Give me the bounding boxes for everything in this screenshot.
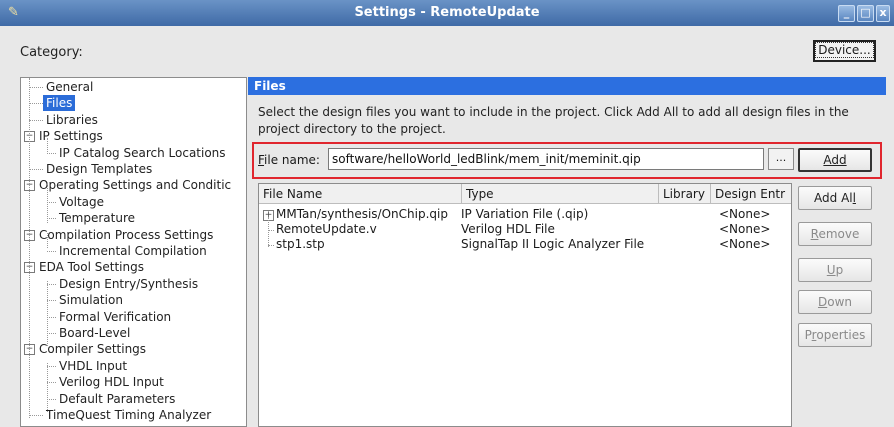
tree-item-design-entry-synthesis[interactable]: Design Entry/Synthesis — [59, 276, 198, 292]
tree-item-operating-settings-and-conditic[interactable]: Operating Settings and Conditic — [39, 177, 231, 193]
window-titlebar: Settings - RemoteUpdate — [0, 0, 894, 26]
tree-guide-line — [47, 138, 48, 154]
tree-connector — [47, 283, 56, 285]
app-icon: ✎ — [8, 5, 19, 20]
type-cell[interactable]: IP Variation File (.qip) — [461, 207, 588, 222]
tree-connector — [47, 382, 56, 384]
properties-button[interactable]: Properties — [798, 323, 872, 347]
tree-item-simulation[interactable]: Simulation — [59, 292, 123, 308]
tree-connector — [47, 316, 56, 318]
column-header-file-name[interactable]: File Name — [259, 184, 462, 204]
minimize-button[interactable]: _ — [838, 5, 855, 22]
file-name-cell[interactable]: MMTan/synthesis/OnChip.qip — [276, 207, 448, 222]
tree-item-ip-catalog-search-locations[interactable]: IP Catalog Search Locations — [59, 145, 226, 161]
tree-connector — [47, 218, 56, 220]
tree-item-formal-verification[interactable]: Formal Verification — [59, 309, 171, 325]
tree-connector — [47, 333, 56, 334]
file-name-label: File name: — [258, 153, 320, 167]
maximize-button[interactable]: □ — [857, 5, 874, 22]
window-title: Settings - RemoteUpdate — [354, 5, 540, 20]
close-button[interactable]: x — [876, 5, 890, 22]
tree-connector — [47, 201, 56, 203]
up-button[interactable]: Up — [798, 258, 872, 282]
tree-item-design-templates[interactable]: Design Templates — [46, 161, 152, 177]
remove-button[interactable]: Remove — [798, 222, 872, 246]
file-name-cell[interactable]: RemoteUpdate.v — [276, 222, 377, 237]
tree-item-compilation-process-settings[interactable]: Compilation Process Settings — [39, 227, 213, 243]
design-entry-cell[interactable]: <None> — [719, 207, 770, 222]
tree-guide-line — [47, 363, 48, 412]
files-table[interactable]: File Name Type Library Design Entr + MMTan/sy… — [258, 183, 792, 427]
browse-button[interactable]: ... — [768, 148, 794, 170]
column-header-type[interactable]: Type — [462, 184, 659, 204]
add-button[interactable]: Add — [798, 148, 872, 172]
tree-item-compiler-settings[interactable]: Compiler Settings — [39, 341, 146, 357]
tree-connector — [47, 300, 56, 302]
file-name-input[interactable]: software/helloWorld_ledBlink/mem_init/me… — [328, 148, 764, 170]
tree-item-default-parameters[interactable]: Default Parameters — [59, 391, 175, 407]
tree-item-files[interactable]: Files — [43, 95, 76, 112]
type-cell[interactable]: Verilog HDL File — [461, 222, 555, 237]
category-tree[interactable]: General Files Libraries − IP Settings IP Cata… — [20, 77, 247, 427]
device-button-label: Device... — [815, 42, 874, 58]
panel-description: Select the design files you want to incl… — [258, 105, 849, 136]
tree-item-eda-tool-settings[interactable]: EDA Tool Settings — [39, 259, 144, 275]
column-header-design-entr[interactable]: Design Entr — [711, 184, 791, 204]
tree-connector — [29, 87, 43, 88]
tree-connector — [47, 251, 56, 252]
tree-item-ip-settings[interactable]: IP Settings — [39, 128, 103, 144]
tree-item-libraries[interactable]: Libraries — [46, 112, 98, 128]
tree-item-general[interactable]: General — [46, 79, 93, 95]
tree-item-verilog-hdl-input[interactable]: Verilog HDL Input — [59, 374, 164, 390]
tree-item-voltage[interactable]: Voltage — [59, 194, 104, 210]
category-label: Category: — [20, 45, 83, 60]
tree-item-vhdl-input[interactable]: VHDL Input — [59, 358, 127, 374]
tree-item-temperature[interactable]: Temperature — [59, 210, 135, 226]
add-all-button[interactable]: Add All — [798, 186, 872, 210]
tree-connector — [47, 152, 56, 154]
row-guide-line — [268, 217, 269, 247]
design-entry-cell[interactable]: <None> — [719, 237, 770, 252]
tree-connector — [29, 103, 43, 105]
file-name-cell[interactable]: stp1.stp — [276, 237, 325, 252]
tree-item-timequest-timing-analyzer[interactable]: TimeQuest Timing Analyzer — [46, 407, 211, 423]
tree-guide-line — [47, 233, 48, 248]
tree-guide-line — [47, 281, 48, 346]
design-entry-cell[interactable]: <None> — [719, 222, 770, 237]
tree-connector — [29, 415, 43, 416]
type-cell[interactable]: SignalTap II Logic Analyzer File — [461, 237, 644, 252]
tree-connector — [29, 169, 43, 170]
tree-guide-line — [29, 78, 30, 418]
device-button[interactable]: Device... — [813, 40, 876, 62]
tree-connector — [47, 365, 56, 367]
down-button[interactable]: Down — [798, 290, 872, 314]
panel-title: Files — [248, 77, 886, 95]
column-header-library[interactable]: Library — [659, 184, 711, 204]
tree-item-board-level[interactable]: Board-Level — [59, 325, 130, 341]
tree-item-incremental-compilation[interactable]: Incremental Compilation — [59, 243, 207, 259]
tree-guide-line — [47, 183, 48, 223]
tree-connector — [29, 119, 43, 121]
tree-connector — [47, 398, 56, 400]
